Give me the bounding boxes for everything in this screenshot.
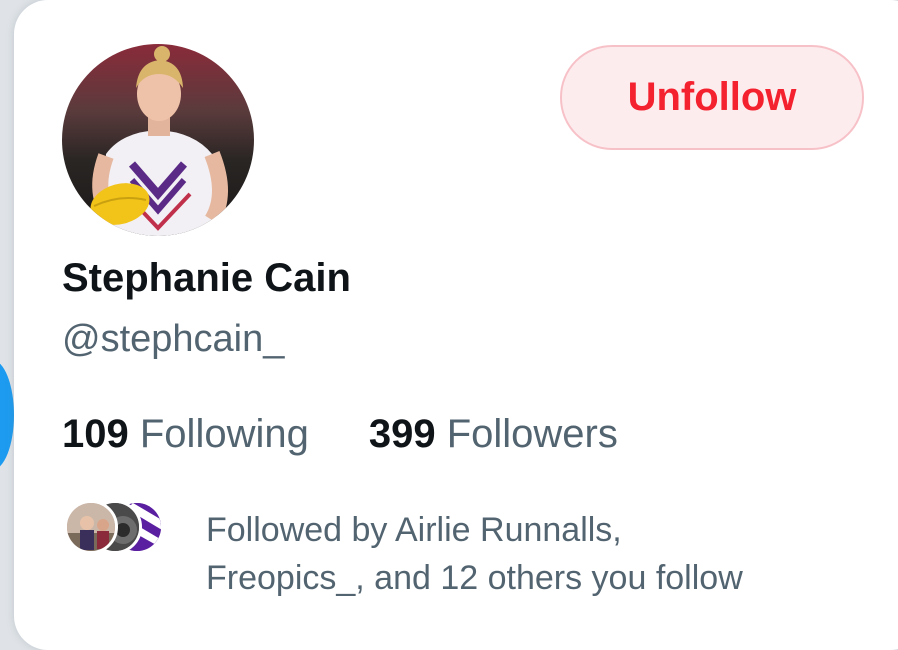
followed-by-text[interactable]: Followed by Airlie Runnalls, Freopics_, … [206,506,846,602]
followed-by-line-2: Freopics_, and 12 others you follow [206,559,743,597]
followers-count: 399 [368,412,436,456]
followed-by-line-1: Followed by Airlie Runnalls, [206,511,622,549]
display-name[interactable]: Stephanie Cain [62,256,351,301]
followed-by-avatars[interactable]: ICS [64,500,174,560]
following-count: 109 [62,412,129,456]
followers-label: Followers [446,412,618,456]
user-handle[interactable]: @stephcain_ [62,318,284,361]
sidebar-edge-button[interactable] [0,360,14,470]
unfollow-button[interactable]: Unfollow [560,45,864,150]
following-label: Following [139,412,309,456]
profile-avatar[interactable] [62,44,254,236]
avatar-photo-icon [62,44,254,236]
follow-stats: 109 Following 399 Followers [62,412,618,457]
follower-avatar-airlie [64,500,118,554]
followers-link[interactable]: 399 Followers [369,412,618,457]
following-link[interactable]: 109 Following [62,412,309,457]
